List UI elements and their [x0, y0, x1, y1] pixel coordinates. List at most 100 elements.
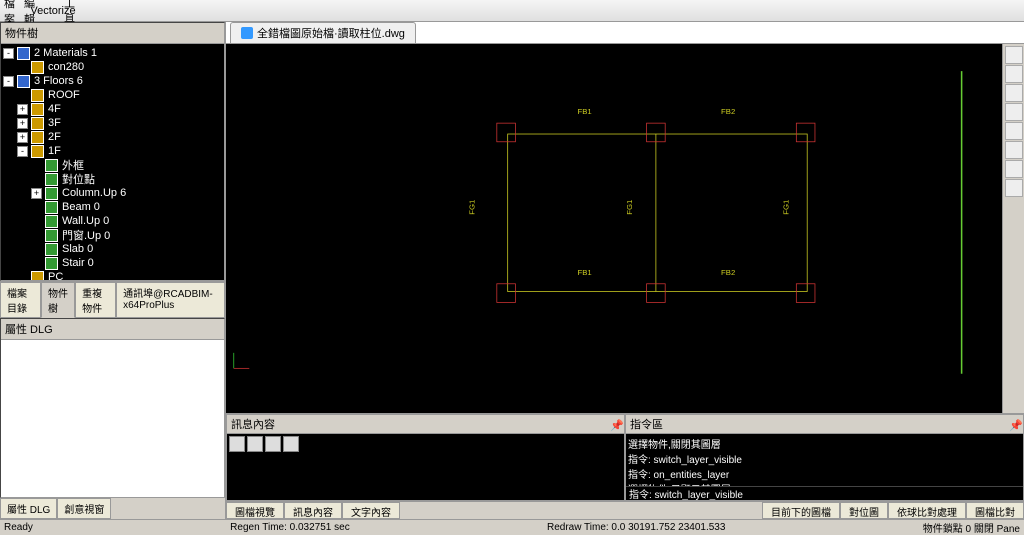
right-toolbar [1002, 44, 1024, 413]
node-label: 門窗.Up 0 [62, 227, 110, 243]
prop-tab[interactable]: 創意視窗 [57, 498, 111, 519]
tool-pan-icon[interactable] [1005, 84, 1023, 102]
status-snap: 物件鎖點 0 關閉 Pane [923, 520, 1020, 535]
node-icon [17, 47, 30, 60]
tree-item[interactable]: - 2 Materials 1 [3, 46, 222, 60]
tree-item[interactable]: +4F [3, 102, 222, 116]
svg-text:FG1: FG1 [467, 200, 476, 215]
tree-item[interactable]: - 1F [3, 144, 222, 158]
left-sidebar: 物件樹 -2 Materials 1con280-3 Floors 6ROOF+… [0, 22, 226, 519]
tool-zoom-icon[interactable] [1005, 65, 1023, 83]
tree-item[interactable]: + Column.Up 6 [3, 186, 222, 200]
message-panel: 訊息內容 📌 [226, 414, 625, 501]
message-title: 訊息內容 [231, 416, 275, 432]
tree-item[interactable]: ROOF [3, 88, 222, 102]
node-label: 1F [48, 145, 61, 157]
tb-menu-2[interactable]: Vectorize [44, 2, 62, 20]
bottom-tab[interactable]: 文字內容 [342, 502, 400, 519]
node-icon [45, 229, 58, 242]
node-label: 2 Materials 1 [34, 47, 97, 59]
expand-icon[interactable]: - [3, 76, 14, 87]
left-tabs: 檔案目錄物件樹重複物件通訊埠@RCADBIM-x64ProPlus [0, 281, 225, 318]
tree-item[interactable]: Stair 0 [3, 256, 222, 270]
bottom-tab[interactable]: 目前下的圖檔 [762, 502, 840, 519]
tree-item[interactable]: 外框 [3, 158, 222, 172]
tool-grid-icon[interactable] [1005, 160, 1023, 178]
node-label: Beam 0 [62, 201, 100, 213]
node-icon [45, 159, 58, 172]
msg-btn-3[interactable] [265, 436, 281, 452]
command-log: 選擇物件,關閉其圖層指令: switch_layer_visible指令: on… [626, 434, 1023, 486]
tree-item[interactable]: +2F [3, 130, 222, 144]
tb-menu-0[interactable]: 檔案 [4, 2, 22, 20]
status-redraw: Redraw Time: 0.0 30191.752 23401.533 [547, 522, 725, 533]
node-label: ROOF [48, 89, 80, 101]
tree-item[interactable]: -3 Floors 6 [3, 74, 222, 88]
svg-text:FG1: FG1 [782, 200, 791, 215]
expand-icon[interactable]: + [17, 132, 28, 143]
expand-icon[interactable]: - [17, 146, 28, 157]
svg-text:FB2: FB2 [721, 268, 735, 277]
tool-measure-icon[interactable] [1005, 103, 1023, 121]
msg-btn-4[interactable] [283, 436, 299, 452]
node-label: con280 [48, 61, 84, 73]
tree-item[interactable]: +3F [3, 116, 222, 130]
expand-icon[interactable]: - [3, 48, 14, 59]
bottom-tab[interactable]: 訊息內容 [284, 502, 342, 519]
tree-item[interactable]: con280 [3, 60, 222, 74]
msg-btn-1[interactable] [229, 436, 245, 452]
node-icon [31, 117, 44, 130]
tree-item[interactable]: 對位點 [3, 172, 222, 186]
node-label: 4F [48, 103, 61, 115]
expand-icon[interactable]: + [17, 104, 28, 115]
command-line: 指令: switch_layer_visible [628, 451, 1021, 466]
doc-tab-active[interactable]: 全錯檔圖原始檔·讀取柱位.dwg [230, 22, 416, 44]
cad-canvas[interactable]: FB1FB2FB1FB2FG1FG1FG1 [226, 44, 1002, 413]
tree-item[interactable]: Wall.Up 0 [3, 214, 222, 228]
msg-btn-2[interactable] [247, 436, 263, 452]
tool-snap-icon[interactable] [1005, 141, 1023, 159]
left-tab[interactable]: 檔案目錄 [0, 282, 41, 318]
tree-item[interactable]: PC [3, 270, 222, 281]
node-label: Column.Up 6 [62, 187, 126, 199]
node-label: Slab 0 [62, 243, 93, 255]
tool-select-icon[interactable] [1005, 122, 1023, 140]
tree-item[interactable]: 門窗.Up 0 [3, 228, 222, 242]
command-line: 指令: on_entities_layer [628, 466, 1021, 481]
bottom-tab[interactable]: 圖檔比對 [966, 502, 1024, 519]
tree-item[interactable]: Beam 0 [3, 200, 222, 214]
node-icon [31, 103, 44, 116]
left-tab[interactable]: 物件樹 [41, 282, 75, 318]
command-line: 選擇物件,關閉其圖層 [628, 436, 1021, 451]
tool-print-icon[interactable] [1005, 179, 1023, 197]
pin-icon[interactable]: 📌 [610, 419, 620, 429]
dwg-icon [241, 27, 253, 39]
tree-item[interactable]: Slab 0 [3, 242, 222, 256]
tb-menu-3[interactable]: 工具 [64, 2, 82, 20]
node-icon [45, 187, 58, 200]
prop-tab[interactable]: 屬性 DLG [0, 498, 57, 519]
right-area: 全錯檔圖原始檔·讀取柱位.dwg FB1FB2FB1FB2FG1FG1FG1 訊… [226, 22, 1024, 519]
expand-icon[interactable]: + [31, 188, 42, 199]
pin-icon[interactable]: 📌 [1009, 419, 1019, 429]
property-title: 屬性 DLG [1, 319, 224, 340]
node-icon [31, 89, 44, 102]
bottom-tab[interactable]: 圖檔視覽 [226, 502, 284, 519]
svg-text:FB1: FB1 [578, 107, 592, 116]
node-icon [31, 131, 44, 144]
left-tab[interactable]: 通訊埠@RCADBIM-x64ProPlus [116, 282, 225, 318]
main-toolbar: 檔案 編輯 Vectorize 工具 [0, 0, 1024, 22]
node-icon [17, 75, 30, 88]
command-input[interactable] [626, 486, 1023, 500]
node-icon [45, 215, 58, 228]
left-tab[interactable]: 重複物件 [75, 282, 116, 318]
node-icon [45, 257, 58, 270]
status-ready: Ready [4, 522, 33, 533]
tree-title: 物件樹 [1, 23, 224, 44]
bottom-panels: 訊息內容📌 指令區📌 選擇物件,關閉其圖層指令: switch_layer_vi… [226, 413, 1024, 501]
bottom-tab[interactable]: 對位圖 [840, 502, 888, 519]
expand-icon[interactable]: + [17, 118, 28, 129]
tool-layers-icon[interactable] [1005, 46, 1023, 64]
node-label: 2F [48, 131, 61, 143]
bottom-tab[interactable]: 依球比對處理 [888, 502, 966, 519]
